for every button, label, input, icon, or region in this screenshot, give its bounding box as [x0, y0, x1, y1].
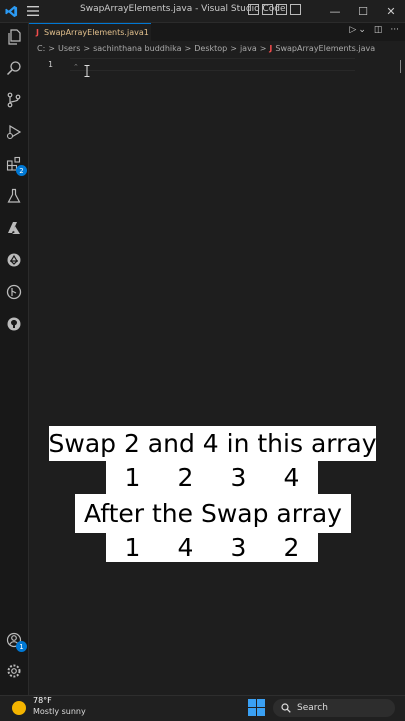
remote-explorer-icon[interactable]: [4, 250, 24, 270]
customize-layout-icon[interactable]: [290, 4, 301, 15]
git-graph-icon[interactable]: [4, 282, 24, 302]
line-number: 1: [48, 60, 53, 69]
after-value: 1: [124, 532, 141, 562]
github-icon[interactable]: [4, 314, 24, 334]
layout-controls: [248, 4, 301, 15]
text-cursor-marker: ⌃: [73, 63, 79, 71]
split-editor-icon[interactable]: ◫: [374, 25, 383, 35]
breadcrumb-users[interactable]: Users: [58, 44, 80, 53]
weather-temperature[interactable]: 78°F: [33, 696, 52, 705]
breadcrumb: C: > Users > sachinthana buddhika > Desktop > ja…: [37, 44, 376, 53]
taskbar-search[interactable]: Search: [273, 699, 395, 717]
breadcrumb-user[interactable]: sachinthana buddhika: [93, 44, 181, 53]
tab-label: SwapArrayElements.java: [43, 28, 144, 37]
weather-sun-icon[interactable]: [12, 701, 26, 715]
minimap-slider: [400, 60, 401, 73]
after-value: 3: [230, 532, 247, 562]
window-controls: — ☐ ✕: [321, 0, 405, 22]
minimize-button[interactable]: —: [321, 0, 349, 22]
caption-line-1: Swap 2 and 4 in this array: [49, 426, 377, 461]
weather-description[interactable]: Mostly sunny: [33, 707, 86, 716]
extensions-badge: 2: [16, 165, 27, 176]
activity-bar: 2 1: [0, 23, 29, 695]
maximize-button[interactable]: ☐: [349, 0, 377, 22]
testing-flask-icon[interactable]: [4, 186, 24, 206]
java-file-icon: J: [36, 28, 39, 37]
run-dropdown-icon[interactable]: ⌄: [358, 25, 366, 35]
caption-line-3: After the Swap array: [75, 494, 351, 533]
before-value: 3: [230, 463, 247, 492]
toggle-panel-icon[interactable]: [262, 4, 273, 15]
before-value: 4: [283, 463, 300, 492]
taskbar-search-icon: [281, 703, 291, 713]
run-debug-icon[interactable]: [4, 122, 24, 142]
source-control-icon[interactable]: [4, 90, 24, 110]
vscode-logo-icon: [0, 0, 22, 22]
settings-gear-icon[interactable]: [4, 661, 24, 681]
accounts-icon[interactable]: 1: [4, 630, 27, 652]
breadcrumb-drive[interactable]: C:: [37, 44, 45, 53]
windows-start-icon[interactable]: [248, 699, 265, 716]
hamburger-menu-icon[interactable]: [22, 0, 44, 22]
more-actions-icon[interactable]: ···: [390, 25, 399, 35]
run-java-icon[interactable]: ▷: [349, 25, 356, 35]
search-icon[interactable]: [4, 58, 24, 78]
breadcrumb-desktop[interactable]: Desktop: [194, 44, 227, 53]
title-bar: SwapArrayElements.java - Visual Studio C…: [0, 0, 405, 23]
toggle-secondary-sidebar-icon[interactable]: [276, 4, 287, 15]
after-value: 2: [283, 532, 300, 562]
taskbar-search-label: Search: [297, 703, 328, 713]
toggle-primary-sidebar-icon[interactable]: [248, 4, 259, 15]
caption-before-array: 1 2 3 4: [106, 460, 318, 495]
azure-icon[interactable]: [4, 218, 24, 238]
breadcrumb-java-file-icon: J: [269, 44, 273, 53]
breadcrumb-java[interactable]: java: [240, 44, 257, 53]
windows-taskbar: 78°F Mostly sunny Search: [0, 695, 405, 721]
breadcrumb-file[interactable]: SwapArrayElements.java: [275, 44, 375, 53]
current-line-highlight[interactable]: [70, 58, 355, 71]
accounts-badge: 1: [16, 641, 27, 652]
before-value: 1: [124, 463, 141, 492]
before-value: 2: [177, 463, 194, 492]
explorer-icon[interactable]: [4, 27, 24, 47]
close-button[interactable]: ✕: [377, 0, 405, 22]
after-value: 4: [177, 532, 194, 562]
ibeam-cursor-icon: [84, 62, 90, 77]
extensions-icon[interactable]: 2: [4, 154, 27, 176]
caption-after-array: 1 4 3 2: [106, 532, 318, 562]
problems-count: 1: [143, 28, 149, 37]
tab-swap-array-elements[interactable]: J SwapArrayElements.java 1: [29, 23, 151, 41]
editor-actions: ▷ ⌄ ◫ ···: [349, 25, 399, 35]
